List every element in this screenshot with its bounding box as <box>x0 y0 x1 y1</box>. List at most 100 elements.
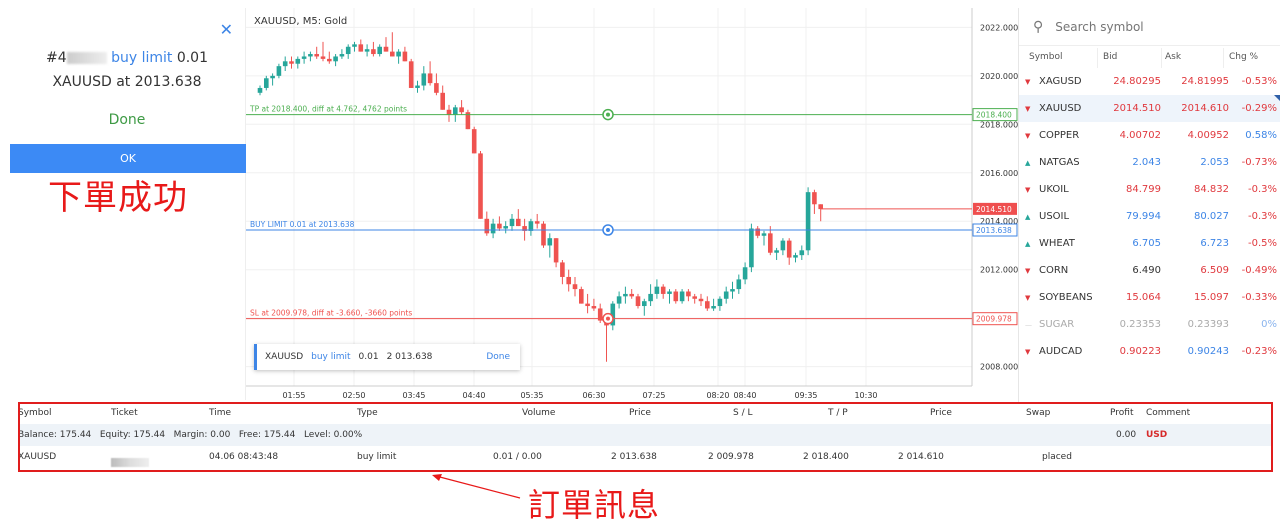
col-symbol[interactable]: Symbol <box>18 408 52 418</box>
candle-body <box>572 284 578 290</box>
candle-body <box>396 51 401 57</box>
bid-price: 6.705 <box>1132 238 1161 249</box>
candle-body <box>333 56 338 62</box>
bid-price: 4.00702 <box>1119 130 1161 141</box>
change-percent: 0.58% <box>1245 130 1277 141</box>
row-current-price: 2 014.610 <box>898 452 944 462</box>
y-tick-label: 2022.000 <box>980 23 1018 32</box>
table-row[interactable]: XAUUSD 04.06 08:43:48 buy limit 0.01 / 0… <box>18 446 1272 468</box>
col-time[interactable]: Time <box>209 408 231 418</box>
candle-body <box>421 73 427 86</box>
col-profit[interactable]: Profit <box>1110 408 1133 418</box>
candle-body <box>805 192 811 251</box>
col-swap[interactable]: Swap <box>1026 408 1050 418</box>
y-tick-label: 2020.000 <box>980 72 1018 81</box>
candle-body <box>434 83 439 93</box>
col-sl[interactable]: S / L <box>733 408 752 418</box>
watchlist-row-wheat[interactable]: ▲ WHEAT 6.705 6.723 -0.5% <box>1019 230 1280 257</box>
ok-button[interactable]: OK <box>10 144 246 173</box>
col-chg[interactable]: Chg % <box>1229 52 1258 62</box>
candle-body <box>812 192 817 205</box>
tip-done-button[interactable]: Done <box>486 352 510 362</box>
arrow-down-icon: ▼ <box>1025 348 1031 356</box>
watchlist-row-corn[interactable]: ▼ CORN 6.490 6.509 -0.49% <box>1019 257 1280 284</box>
take-profit-price-tag-text: 2018.400 <box>976 111 1012 120</box>
candle-body <box>339 54 345 57</box>
col-ticket[interactable]: Ticket <box>111 408 138 418</box>
col-volume[interactable]: Volume <box>522 408 555 418</box>
watchlist-row-usoil[interactable]: ▲ USOIL 79.994 80.027 -0.3% <box>1019 203 1280 230</box>
row-type: buy limit <box>357 452 397 462</box>
col-price[interactable]: Price <box>629 408 651 418</box>
watchlist-row-audcad[interactable]: ▼ AUDCAD 0.90223 0.90243 -0.23% <box>1019 338 1280 365</box>
change-percent: -0.23% <box>1241 346 1277 357</box>
arrow-down-icon: ▼ <box>1025 78 1031 86</box>
bid-price: 15.064 <box>1126 292 1161 303</box>
ask-price: 0.23393 <box>1187 319 1229 330</box>
column-divider <box>1223 48 1224 68</box>
candle-body <box>371 49 376 55</box>
bid-price: 0.90223 <box>1119 346 1161 357</box>
tp-drag-handle-dot <box>606 112 610 117</box>
ask-price: 4.00952 <box>1187 130 1229 141</box>
bid-price: 0.23353 <box>1119 319 1161 330</box>
change-percent: -0.29% <box>1241 103 1277 114</box>
sl-drag-handle-dot <box>606 316 610 321</box>
x-tick-label: 02:50 <box>342 391 365 400</box>
candle-body <box>314 54 319 57</box>
ask-price: 6.723 <box>1200 238 1229 249</box>
stop-loss-label: SL at 2009.978, diff at -3.660, -3660 po… <box>250 309 412 318</box>
arrow-up-icon: ▲ <box>1025 159 1031 167</box>
change-percent: -0.3% <box>1247 211 1277 222</box>
candle-body <box>490 223 496 234</box>
price-chart[interactable]: 2022.000 2020.000 2018.000 2016.000 2014.000… <box>246 8 1018 402</box>
chart-canvas[interactable]: 2022.0002020.0002018.0002016.0002014.000… <box>246 8 1018 402</box>
watchlist-row-xauusd[interactable]: ▼ XAUUSD 2014.510 2014.610 -0.29% <box>1019 95 1280 122</box>
ask-price: 2.053 <box>1200 157 1229 168</box>
col-type[interactable]: Type <box>357 408 378 418</box>
col-current-price[interactable]: Price <box>930 408 952 418</box>
row-status: placed <box>1042 452 1072 462</box>
col-bid[interactable]: Bid <box>1103 52 1117 62</box>
col-comment[interactable]: Comment <box>1146 408 1190 418</box>
candle-body <box>541 223 546 246</box>
bid-price: 24.80295 <box>1113 76 1161 87</box>
watchlist-row-xagusd[interactable]: ▼ XAGUSD 24.80295 24.81995 -0.53% <box>1019 68 1280 95</box>
col-symbol[interactable]: Symbol <box>1029 52 1063 62</box>
candle-body <box>780 240 786 251</box>
column-divider <box>1097 48 1098 68</box>
candle-body <box>264 78 269 88</box>
candle-body <box>415 85 420 88</box>
change-percent: -0.53% <box>1241 76 1277 87</box>
watchlist-row-sugar[interactable]: — SUGAR 0.23353 0.23393 0% <box>1019 311 1280 338</box>
candle-body <box>648 293 653 302</box>
candle-body <box>390 51 395 57</box>
close-icon[interactable]: ✕ <box>220 20 233 39</box>
watchlist-row-copper[interactable]: ▼ COPPER 4.00702 4.00952 0.58% <box>1019 122 1280 149</box>
candle-body <box>503 226 508 229</box>
candle-body <box>736 279 742 290</box>
x-tick-label: 01:55 <box>282 391 305 400</box>
candle-body <box>509 218 515 227</box>
symbol-search[interactable]: ⚲ <box>1019 8 1280 46</box>
candle-body <box>730 289 735 292</box>
change-percent: -0.33% <box>1241 292 1277 303</box>
watchlist-row-soybeans[interactable]: ▼ SOYBEANS 15.064 15.097 -0.33% <box>1019 284 1280 311</box>
annotation-order-success: 下單成功 <box>48 178 188 218</box>
tip-price: 2 013.638 <box>386 352 433 362</box>
balance-row: Balance: 175.44 Equity: 175.44 Margin: 0… <box>18 424 1272 446</box>
search-input[interactable] <box>1055 19 1236 34</box>
col-tp[interactable]: T / P <box>828 408 848 418</box>
watchlist-row-ukoil[interactable]: ▼ UKOIL 84.799 84.832 -0.3% <box>1019 176 1280 203</box>
take-profit-label: TP at 2018.400, diff at 4.762, 4762 poin… <box>249 105 407 114</box>
y-tick-label: 2012.000 <box>980 266 1018 275</box>
arrow-up-icon: ▲ <box>1025 213 1031 221</box>
candle-body <box>301 56 307 59</box>
watchlist-row-natgas[interactable]: ▲ NATGAS 2.043 2.053 -0.73% <box>1019 149 1280 176</box>
candle-body <box>534 221 540 224</box>
change-percent: -0.5% <box>1247 238 1277 249</box>
col-ask[interactable]: Ask <box>1165 52 1181 62</box>
candle-body <box>320 56 326 59</box>
row-tp: 2 018.400 <box>803 452 849 462</box>
candle-body <box>276 66 282 76</box>
